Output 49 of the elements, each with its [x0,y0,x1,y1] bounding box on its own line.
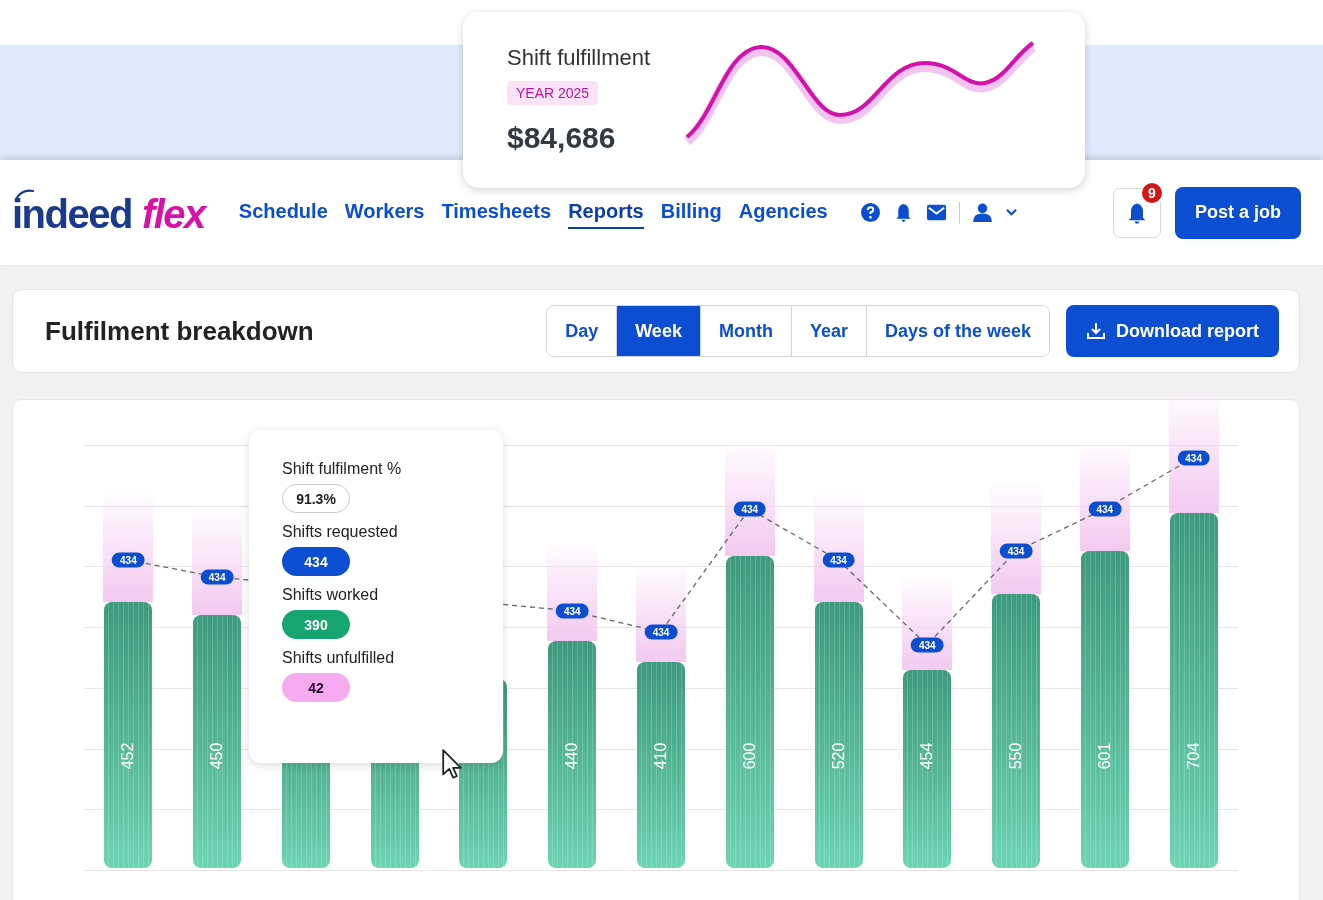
nav-link[interactable]: Billing [660,196,722,229]
tooltip-label: Shifts worked [282,586,379,604]
period-tab[interactable]: Week [616,306,700,356]
bar-value: 550 [1007,742,1026,770]
notification-badge: 9 [1140,180,1164,205]
indeed-flex-logo[interactable]: indeed flex [12,188,205,237]
section-title: Fulfilment breakdown [45,315,314,347]
user-icon[interactable] [971,202,993,223]
point-label: 434 [112,552,145,568]
bar-value: 601 [1095,742,1114,770]
bar-value: 520 [829,742,848,770]
bar-value: 450 [208,742,227,770]
bar-value: 440 [563,742,582,770]
amount-text: $84,686 [507,121,616,155]
year-badge: YEAR 2025 [507,81,599,105]
period-tab[interactable]: Days of the week [865,306,1049,356]
help-icon[interactable] [859,202,881,223]
value-pill: 42 [282,673,350,702]
point-label: 434 [733,501,767,517]
mail-icon[interactable] [925,202,947,223]
bar-value: 410 [651,742,670,770]
value-pill: 390 [282,610,350,639]
bar-value: 704 [1184,742,1203,770]
point-label: 434 [555,603,589,619]
nav-link[interactable]: Schedule [238,196,328,229]
download-report-button[interactable]: Download report [1066,305,1279,357]
arc-icon [14,188,34,200]
download-icon [1086,321,1106,341]
point-label: 434 [999,543,1033,559]
point-label: 434 [1177,450,1210,466]
nav-link[interactable]: Workers [344,196,425,229]
nav-link[interactable]: Agencies [738,196,828,229]
bar-value: 452 [119,742,138,770]
point-label: 434 [910,637,944,653]
value-pill: 434 [282,547,350,576]
tooltip-label: Shift fulfilment % [282,460,402,478]
nav-link[interactable]: Reports [568,196,644,229]
tooltip-label: Shifts unfulfilled [282,649,395,667]
point-label: 434 [200,569,234,585]
chevron-down-icon[interactable] [1004,208,1018,217]
tooltip-label: Shifts requested [282,523,398,541]
post-job-button[interactable]: Post a job [1175,186,1301,239]
point-label: 434 [644,624,678,640]
card-title: Shift fulfillment [507,45,651,71]
point-label: 434 [822,552,855,568]
point-label: 434 [1088,501,1122,517]
bar-value: 454 [918,742,937,770]
nav-link[interactable]: Timesheets [441,196,552,229]
bar-value: 600 [740,742,759,770]
